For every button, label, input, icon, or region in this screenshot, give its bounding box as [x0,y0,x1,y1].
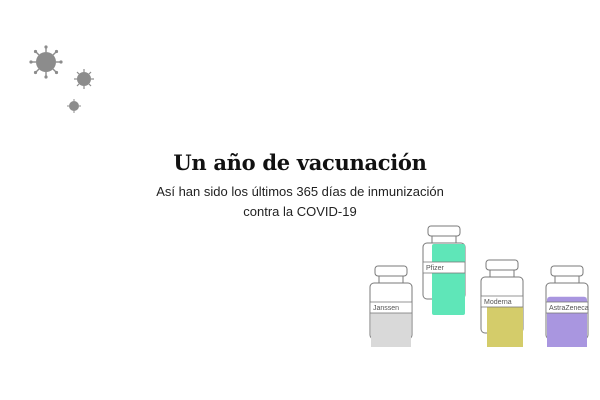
vaccine-vials: Janssen Pfizer Moderna AstraZeneca [369,225,589,347]
vial-label: Janssen [373,305,399,312]
vial-fill [487,304,523,347]
vial-pfizer: Pfizer [422,225,466,315]
vial-label: AstraZeneca [549,305,589,312]
vial-janssen: Janssen [369,265,413,347]
vial-moderna: Moderna [480,259,524,347]
virus-decoration [29,45,94,113]
virus-icon [74,69,94,89]
vial-label: Pfizer [426,265,445,272]
vial-fill [432,244,465,315]
virus-icon [29,45,63,79]
vial-astrazeneca: AstraZeneca [545,265,589,347]
page-subtitle: Así han sido los últimos 365 días de inm… [0,182,600,222]
page-title: Un año de vacunación [173,150,427,175]
virus-icon [67,99,81,113]
subtitle-line-2: contra la COVID-19 [243,204,357,219]
subtitle-line-1: Así han sido los últimos 365 días de inm… [156,184,444,199]
vial-label: Moderna [484,299,512,306]
